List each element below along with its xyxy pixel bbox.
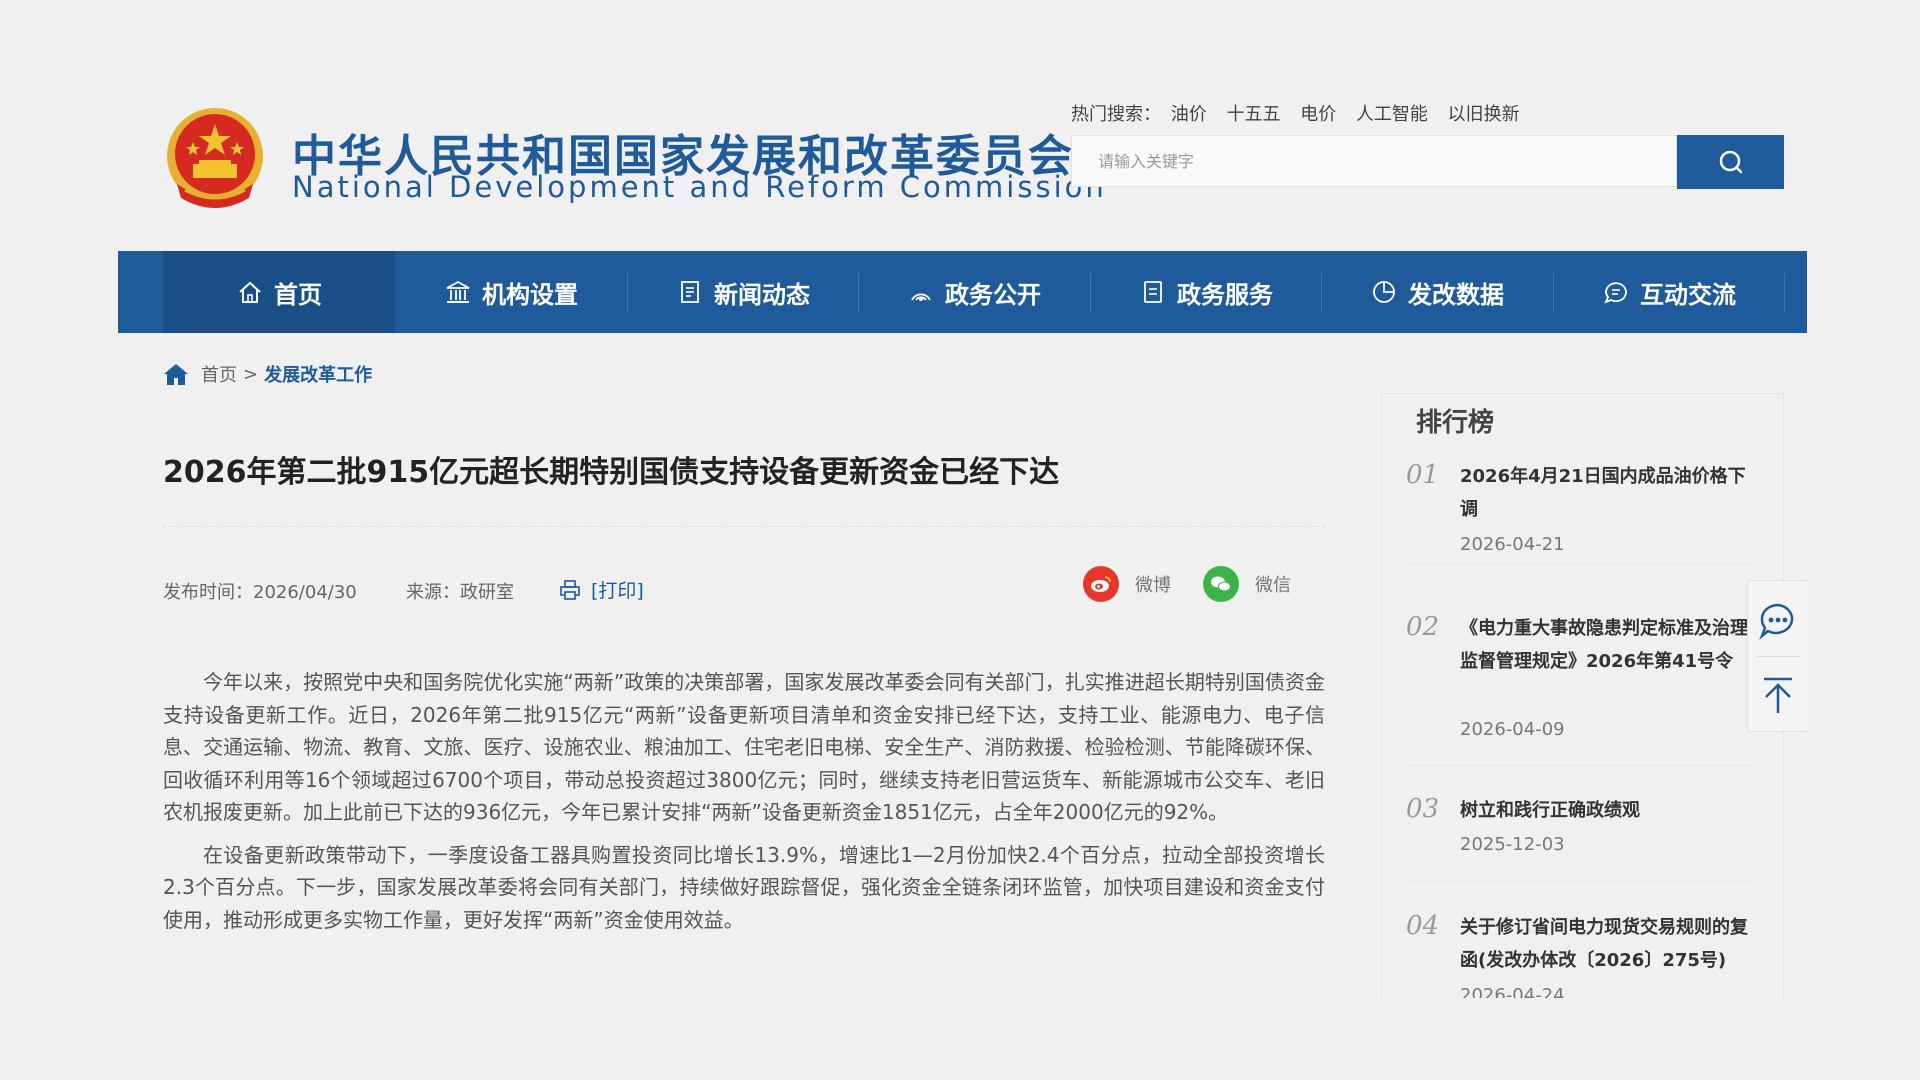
breadcrumb: 首页 > 发展改革工作 <box>163 361 372 387</box>
printer-icon <box>560 579 580 600</box>
document-icon <box>681 281 699 303</box>
hot-search-term[interactable]: 油价 <box>1171 104 1207 125</box>
building-icon <box>446 280 470 303</box>
ranking-date: 2026-04-09 <box>1460 719 1565 740</box>
print-button[interactable]: [打印] <box>559 576 644 603</box>
nav-item-label: 发改数据 <box>1408 280 1504 309</box>
ranking-link[interactable]: 《电力重大事故隐患判定标准及治理监督管理规定》2026年第41号令 <box>1460 612 1750 678</box>
ranking-item: 04 关于修订省间电力现货交易规则的复函(发改办体改〔2026〕275号) 20… <box>1406 911 1754 998</box>
nav-item-news[interactable]: 新闻动态 <box>627 251 859 333</box>
article-body: 今年以来，按照党中央和国务院优化实施“两新”政策的决策部署，国家发展改革委会同有… <box>163 666 1325 946</box>
arrow-up-icon <box>1764 677 1792 713</box>
nav-item-government-affairs[interactable]: 政务公开 <box>858 251 1090 333</box>
share-weibo-label: 微博 <box>1135 575 1171 596</box>
hot-search-bar: 热门搜索： 油价 十五五 电价 人工智能 以旧换新 <box>1071 100 1534 126</box>
print-label: [打印] <box>591 580 644 602</box>
ranking-link[interactable]: 关于修订省间电力现货交易规则的复函(发改办体改〔2026〕275号) <box>1460 911 1750 977</box>
wechat-icon <box>1203 566 1239 602</box>
nav-item-organization[interactable]: 机构设置 <box>395 251 627 333</box>
service-icon <box>1144 281 1162 303</box>
ranking-date: 2025-12-03 <box>1460 834 1565 855</box>
ranking-date: 2026-04-24 <box>1460 985 1565 998</box>
nav-item-home[interactable]: 首页 <box>163 251 395 333</box>
chat-icon <box>1604 282 1627 304</box>
floating-toolbar <box>1747 580 1807 732</box>
nav-item-label: 政务服务 <box>1177 280 1273 309</box>
nav-item-data[interactable]: 发改数据 <box>1321 251 1553 333</box>
breadcrumb-separator: > <box>243 363 259 385</box>
article-title: 2026年第二批915亿元超长期特别国债支持设备更新资金已经下达 <box>163 455 1060 490</box>
search-input[interactable] <box>1072 136 1672 186</box>
ranking-title: 排行榜 <box>1416 408 1495 438</box>
publish-time: 发布时间：2026/04/30 <box>163 582 357 603</box>
article-paragraph: 在设备更新政策带动下，一季度设备工器具购置投资同比增长13.9%，增速比1—2月… <box>163 842 1325 932</box>
online-chat-button[interactable] <box>1748 586 1808 656</box>
search-icon <box>1719 150 1742 174</box>
hot-search-term[interactable]: 电价 <box>1300 104 1336 125</box>
search-button[interactable] <box>1677 135 1784 189</box>
nav-item-services[interactable]: 政务服务 <box>1090 251 1322 333</box>
nav-item-label: 首页 <box>274 280 322 309</box>
back-to-top-button[interactable] <box>1748 660 1808 730</box>
ranking-item: 02 《电力重大事故隐患判定标准及治理监督管理规定》2026年第41号令 202… <box>1406 612 1754 766</box>
hot-search-term[interactable]: 以旧换新 <box>1448 104 1520 125</box>
share-wechat-button[interactable]: 微信 <box>1203 566 1291 602</box>
article-paragraph: 今年以来，按照党中央和国务院优化实施“两新”政策的决策部署，国家发展改革委会同有… <box>163 670 1325 824</box>
nav-item-interaction[interactable]: 互动交流 <box>1553 251 1785 333</box>
share-weibo-button[interactable]: 微博 <box>1083 566 1171 602</box>
site-name-english: National Development and Reform Commissi… <box>292 170 1107 204</box>
pie-chart-icon <box>1373 281 1395 303</box>
breadcrumb-home-link[interactable]: 首页 <box>201 361 237 387</box>
nav-item-label: 互动交流 <box>1640 280 1736 309</box>
ranking-link[interactable]: 树立和践行正确政绩观 <box>1460 794 1750 827</box>
ranking-item: 03 树立和践行正确政绩观 2025-12-03 <box>1406 794 1754 882</box>
search-box <box>1071 135 1677 187</box>
ranking-panel: 排行榜 01 2026年4月21日国内成品油价格下调 2026-04-21 02… <box>1381 393 1784 998</box>
national-emblem-logo[interactable] <box>163 106 267 216</box>
hot-search-term[interactable]: 十五五 <box>1226 104 1280 125</box>
breadcrumb-current-link[interactable]: 发展改革工作 <box>264 361 372 387</box>
title-divider <box>163 526 1325 527</box>
nav-item-label: 政务公开 <box>945 280 1041 309</box>
ranking-date: 2026-04-21 <box>1460 534 1565 555</box>
article-source: 来源：政研室 <box>406 582 514 603</box>
ranking-number: 01 <box>1406 460 1440 490</box>
chat-bubble-icon <box>1759 603 1794 640</box>
main-nav: 首页 机构设置 新闻动态 政务公开 政务服务 发改数据 互动交流 <box>118 251 1807 333</box>
hot-search-label: 热门搜索： <box>1071 104 1161 125</box>
nav-item-label: 机构设置 <box>482 280 578 309</box>
ranking-number: 04 <box>1406 911 1440 941</box>
hot-search-term[interactable]: 人工智能 <box>1356 104 1428 125</box>
broadcast-icon <box>911 293 931 301</box>
home-icon[interactable] <box>163 362 189 386</box>
share-wechat-label: 微信 <box>1255 575 1291 596</box>
ranking-number: 03 <box>1406 794 1440 824</box>
weibo-icon <box>1083 566 1119 602</box>
nav-item-label: 新闻动态 <box>714 280 810 309</box>
ranking-item: 01 2026年4月21日国内成品油价格下调 2026-04-21 <box>1406 460 1754 564</box>
ranking-number: 02 <box>1406 612 1440 642</box>
home-icon <box>239 281 261 303</box>
ranking-link[interactable]: 2026年4月21日国内成品油价格下调 <box>1460 460 1750 526</box>
